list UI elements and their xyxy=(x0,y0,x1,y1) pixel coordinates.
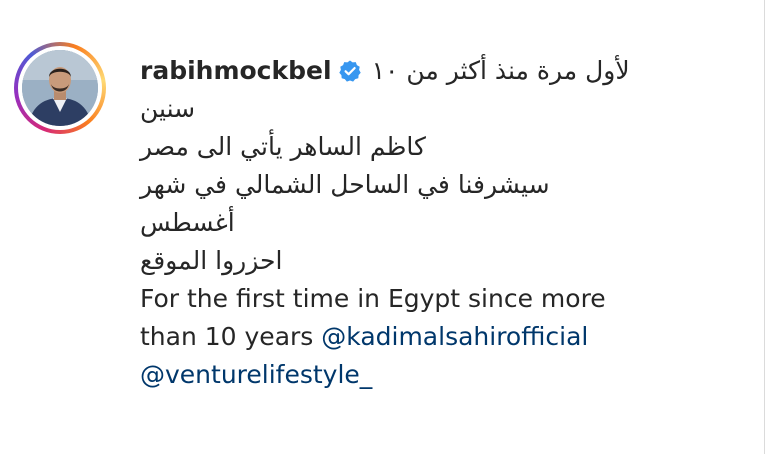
caption-arabic-line-5: أغسطس xyxy=(140,208,235,237)
caption-english-text: than 10 years xyxy=(140,322,314,351)
mention-link-venturelifestyle[interactable]: @venturelifestyle_ xyxy=(140,360,372,389)
caption-line-6: احزروا الموقع xyxy=(140,242,715,280)
caption-arabic-line-3: كاظم الساهر يأتي الى مصر xyxy=(140,132,426,161)
caption-english-line-1: For the first time in Egypt since more xyxy=(140,284,606,313)
caption-line-2: سنين xyxy=(140,90,715,128)
caption-line-5: أغسطس xyxy=(140,204,715,242)
instagram-post-caption: rabihmockbel لأول مرة منذ أكثر من ١٠ سني… xyxy=(0,0,768,454)
caption-line-4: سيشرفنا في الساحل الشمالي في شهر xyxy=(140,166,715,204)
post-caption: rabihmockbel لأول مرة منذ أكثر من ١٠ سني… xyxy=(140,52,715,394)
panel-border xyxy=(764,0,765,454)
username-link[interactable]: rabihmockbel xyxy=(140,52,332,90)
story-ring[interactable] xyxy=(14,42,106,134)
caption-arabic-line-4: سيشرفنا في الساحل الشمالي في شهر xyxy=(140,170,550,199)
caption-arabic-line-2: سنين xyxy=(140,94,196,123)
caption-mention-line: @venturelifestyle_ xyxy=(140,356,715,394)
caption-arabic-line-6: احزروا الموقع xyxy=(140,246,283,275)
avatar[interactable] xyxy=(22,50,98,126)
caption-english-line-2: than 10 years @kadimalsahirofficial xyxy=(140,318,715,356)
mention-link-kadimalsahirofficial[interactable]: @kadimalsahirofficial xyxy=(321,322,588,351)
caption-arabic-line-1: لأول مرة منذ أكثر من ١٠ xyxy=(371,56,630,85)
caption-line-3: كاظم الساهر يأتي الى مصر xyxy=(140,128,715,166)
avatar-image xyxy=(22,50,98,126)
verified-badge-icon xyxy=(338,59,362,83)
caption-header-line: rabihmockbel لأول مرة منذ أكثر من ١٠ xyxy=(140,52,715,90)
